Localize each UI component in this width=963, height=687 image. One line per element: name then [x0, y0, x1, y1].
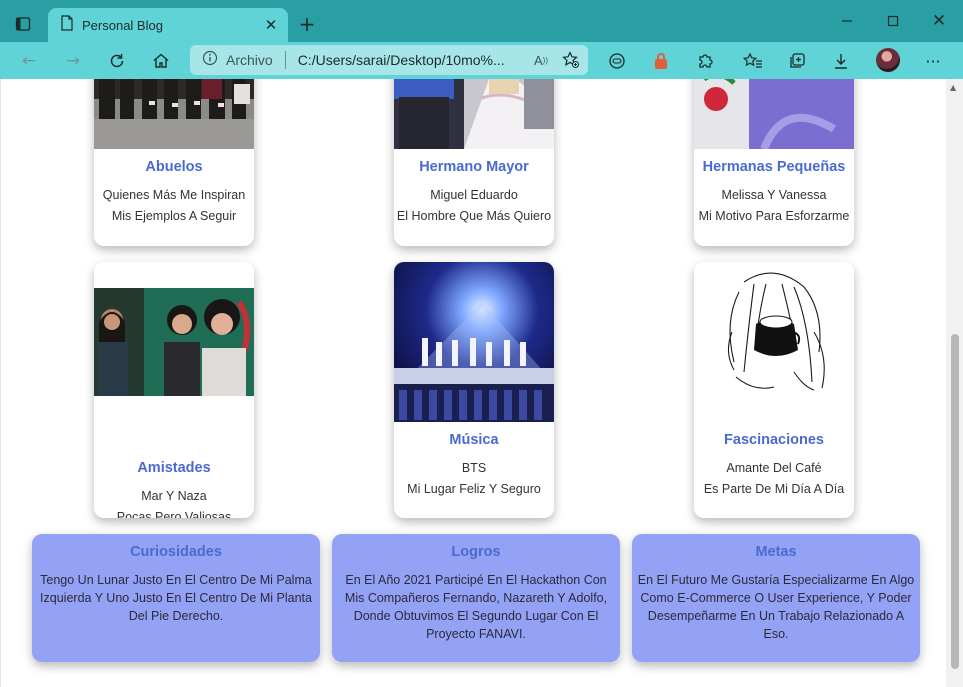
browser-toolbar: ← → Archivo C:/Users/sarai/Desktop/10mo%… [0, 42, 963, 79]
browser-titlebar: Personal Blog ✕ + ✕ [0, 0, 963, 42]
new-tab-icon[interactable]: + [296, 12, 318, 36]
scroll-up-icon[interactable]: ▲ [950, 83, 956, 92]
back-icon[interactable]: ← [16, 48, 42, 74]
card-amistades: Amistades Mar Y Naza Pocas Pero Valiosas [94, 262, 254, 518]
profile-avatar[interactable] [876, 48, 900, 72]
extensions-puzzle-icon[interactable] [692, 48, 718, 74]
tab-actions-icon[interactable] [10, 11, 36, 37]
info-title: Logros [451, 544, 501, 560]
card-line-1: Miguel Eduardo [430, 188, 518, 202]
card-title: Fascinaciones [724, 432, 824, 448]
card-title: Hermanas Pequeñas [702, 159, 846, 175]
maximize-icon[interactable] [878, 8, 908, 34]
info-text: Tengo Un Lunar Justo En El Centro De Mi … [40, 573, 312, 623]
card-fascinaciones: Fascinaciones Amante Del Café Es Parte D… [694, 262, 854, 518]
info-curiosidades: Curiosidades Tengo Un Lunar Justo En El … [32, 534, 320, 662]
address-bar[interactable]: Archivo C:/Users/sarai/Desktop/10mo%... … [190, 45, 588, 75]
fascinaciones-photo [694, 262, 854, 422]
forward-icon[interactable]: → [60, 48, 86, 74]
tab-title: Personal Blog [82, 17, 163, 33]
refresh-icon[interactable] [104, 48, 130, 74]
info-title: Metas [755, 544, 797, 560]
card-abuelos: Abuelos Quienes Más Me Inspiran Mis Ejem… [94, 79, 254, 246]
downloads-icon[interactable] [828, 48, 854, 74]
card-title: Amistades [137, 460, 211, 476]
more-menu-icon[interactable]: ··· [920, 48, 946, 74]
page-viewport: Abuelos Quienes Más Me Inspiran Mis Ejem… [0, 79, 946, 687]
close-tab-icon[interactable]: ✕ [260, 14, 282, 36]
hermano-mayor-photo [394, 79, 554, 149]
read-aloud-icon[interactable]: A)) [528, 47, 554, 73]
page-icon [60, 15, 74, 35]
hermanas-pequenas-photo [694, 79, 854, 151]
musica-photo [394, 262, 554, 422]
info-logros: Logros En El Año 2021 Participé En El Ha… [332, 534, 620, 662]
info-text: En El Año 2021 Participé En El Hackathon… [344, 573, 608, 641]
card-line-1: Mar Y Naza [141, 489, 207, 503]
home-icon[interactable] [148, 48, 174, 74]
card-line-2: Pocas Pero Valiosas [116, 510, 232, 518]
add-favorite-icon[interactable] [554, 47, 588, 73]
info-metas: Metas En El Futuro Me Gustaría Especiali… [632, 534, 920, 662]
scrollbar-thumb[interactable] [951, 334, 959, 669]
card-line-1: Quienes Más Me Inspiran [102, 188, 246, 202]
tab-personal-blog[interactable]: Personal Blog ✕ [48, 8, 288, 42]
card-line-1: BTS [461, 461, 487, 475]
card-line-1: Melissa Y Vanessa [721, 188, 827, 202]
abuelos-photo [94, 79, 254, 149]
card-title: Música [449, 432, 499, 448]
card-title: Hermano Mayor [419, 159, 529, 175]
card-line-2: El Hombre Que Más Quiero [396, 209, 552, 223]
collections-icon[interactable] [784, 48, 810, 74]
address-label: Archivo [226, 52, 273, 68]
extension-icon[interactable] [604, 48, 630, 74]
info-text: En El Futuro Me Gustaría Especializarme … [637, 573, 915, 641]
vertical-scrollbar[interactable]: ▲ [946, 79, 963, 687]
card-line-2: Mi Lugar Feliz Y Seguro [407, 482, 541, 496]
address-url[interactable]: C:/Users/sarai/Desktop/10mo%... [298, 52, 528, 68]
minimize-icon[interactable] [832, 8, 862, 34]
card-line-2: Es Parte De Mi Día A Día [703, 482, 845, 496]
card-line-2: Mis Ejemplos A Seguir [111, 209, 237, 223]
card-line-2: Mi Motivo Para Esforzarme [698, 209, 850, 223]
lock-extension-icon[interactable] [648, 48, 674, 74]
card-hermano-mayor: Hermano Mayor Miguel Eduardo El Hombre Q… [394, 79, 554, 246]
amistades-photo [94, 262, 254, 422]
card-hermanas-pequenas: Hermanas Pequeñas Melissa Y Vanessa Mi M… [694, 79, 854, 246]
card-musica: Música BTS Mi Lugar Feliz Y Seguro [394, 262, 554, 518]
info-icon[interactable] [202, 50, 218, 71]
info-title: Curiosidades [130, 544, 222, 560]
close-window-icon[interactable]: ✕ [924, 8, 954, 34]
card-line-1: Amante Del Café [726, 461, 822, 475]
card-title: Abuelos [145, 159, 203, 175]
address-divider [284, 51, 286, 69]
favorites-icon[interactable] [740, 48, 766, 74]
